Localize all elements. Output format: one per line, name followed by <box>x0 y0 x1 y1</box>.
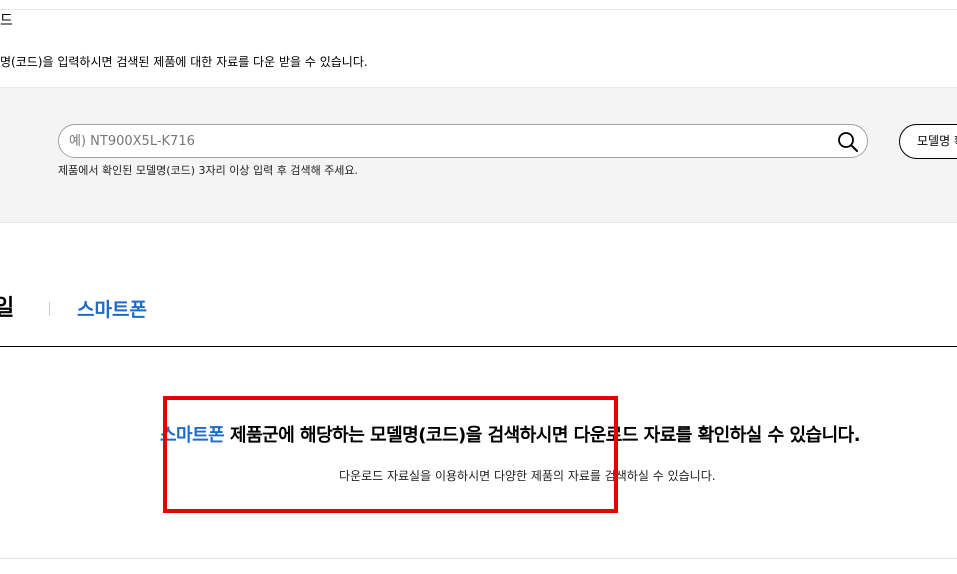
tab-mobile[interactable]: 일 <box>0 294 14 324</box>
highlight-annotation <box>163 396 618 513</box>
result-heading: 스마트폰 제품군에 해당하는 모델명(코드)을 검색하시면 다운로드 자료를 확… <box>160 423 861 449</box>
search-box[interactable] <box>58 124 868 158</box>
header-divider <box>0 9 957 10</box>
search-input[interactable] <box>69 125 829 157</box>
result-category: 스마트폰 <box>160 425 225 446</box>
tab-smartphone[interactable]: 스마트폰 <box>77 296 147 324</box>
page-description: 명(코드)을 입력하시면 검색된 제품에 대한 자료를 다운 받을 수 있습니다… <box>0 55 368 69</box>
tab-underline <box>0 346 957 347</box>
result-subtext: 다운로드 자료실을 이용하시면 다양한 제품의 자료를 검색하실 수 있습니다. <box>339 469 716 483</box>
result-heading-text: 제품군에 해당하는 모델명(코드)을 검색하시면 다운로드 자료를 확인하실 수… <box>224 425 861 446</box>
search-hint: 제품에서 확인된 모델명(코드) 3자리 이상 입력 후 검색해 주세요. <box>58 164 359 177</box>
search-icon[interactable] <box>835 129 861 155</box>
bottom-divider <box>0 558 957 559</box>
page-title: 드 <box>0 13 13 29</box>
tab-divider <box>49 302 50 316</box>
model-check-button[interactable]: 모델명 확 <box>899 124 957 159</box>
